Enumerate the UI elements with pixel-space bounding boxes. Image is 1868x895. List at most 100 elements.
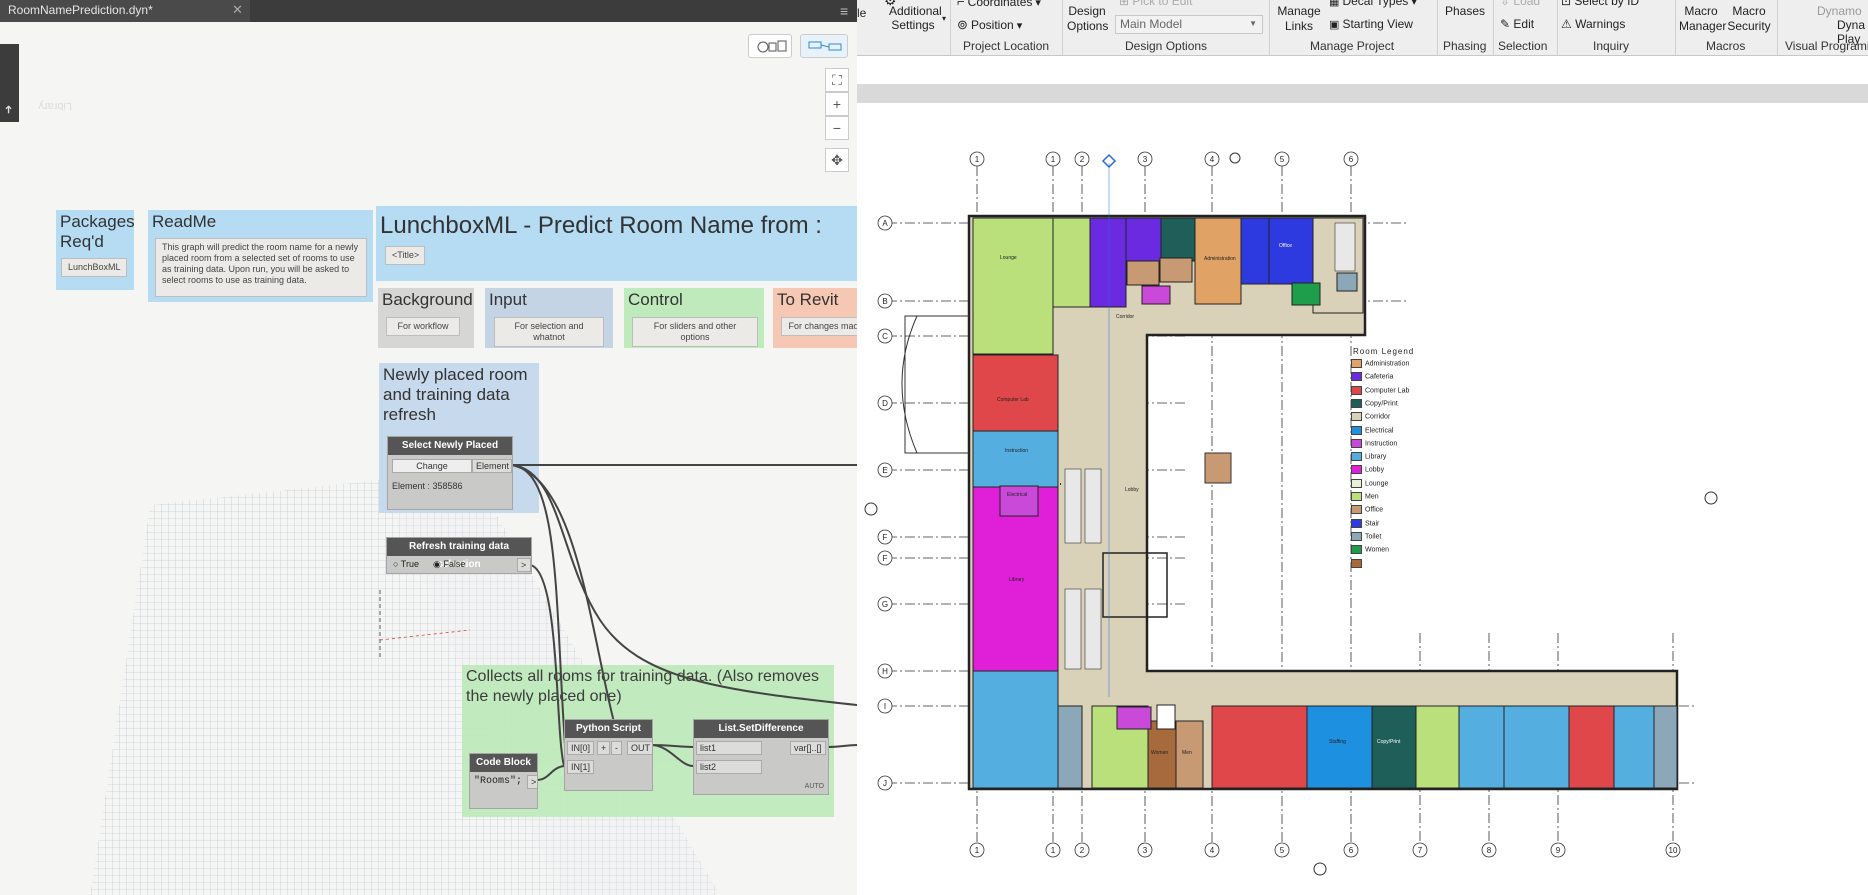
pick-icon: ⊞ [1119, 0, 1130, 8]
room-label-staffing: Staffing [1329, 739, 1346, 745]
grid-bubble-label-left: F [883, 533, 888, 542]
additional-settings-button[interactable]: ⚙ Additional Settings [879, 0, 942, 36]
refresh-output-port[interactable]: > [517, 558, 531, 572]
panel-macros: Macros [1706, 39, 1746, 53]
list-setdifference-node[interactable]: List.SetDifference list1 list2 var[]..[]… [693, 719, 829, 795]
coordinates-button[interactable]: ⌐ Coordinates ▾ [957, 0, 1041, 9]
macro-security-button[interactable]: Macro Security [1725, 4, 1773, 34]
legend-label: Corridor [1365, 413, 1391, 421]
legend-label: Stair [1365, 519, 1380, 527]
code-block-node[interactable]: Code Block "Rooms"; > [469, 753, 538, 809]
false-radio[interactable]: ◉ False [433, 559, 465, 570]
node-title: Select Newly Placed Room [388, 437, 512, 469]
grid-bubble-label-bottom: 1 [1051, 846, 1056, 855]
warning-icon: ⚠ [1561, 17, 1572, 31]
grid-bubble-label-left: J [883, 779, 887, 788]
edit-icon: ✎ [1500, 17, 1511, 31]
code-text[interactable]: "Rooms"; [474, 776, 522, 787]
list1-port[interactable]: list1 [696, 741, 762, 755]
dynamo-button[interactable]: Dynamo [1817, 4, 1862, 18]
phases-button[interactable]: Phases [1445, 4, 1485, 18]
remove-input-button[interactable]: - [611, 741, 622, 755]
list2-port[interactable]: list2 [696, 760, 762, 774]
room-label-computer-lab: Computer Lab [997, 397, 1029, 403]
ribbon: le ⚙ Additional Settings ▾ ⌐ Coordinates… [857, 0, 1868, 56]
floor-plan-canvas[interactable]: 1 1 2 3 4 5 6 1 1 2 3 4 5 6 7 8 9 10 A B C D E F F G H I J Lounge Co… [857, 103, 1868, 895]
warnings-button[interactable]: ⚠ Warnings [1561, 17, 1625, 31]
load-icon: ⇩ [1500, 0, 1511, 8]
macro-manager-button[interactable]: Macro Manager [1679, 4, 1726, 34]
legend-swatch [1351, 505, 1362, 515]
legend-item: Computer Lab [1351, 385, 1410, 395]
setdiff-output-port[interactable]: var[]..[] [790, 741, 826, 755]
grid-bubble-label-top: 3 [1143, 155, 1148, 164]
legend-swatch [1351, 465, 1362, 475]
ribbon-separator [1437, 0, 1438, 56]
legend-label: Computer Lab [1365, 386, 1410, 394]
node-title: List.SetDifference [694, 720, 828, 738]
settings-icon: ⚙ [884, 0, 897, 8]
refresh-training-data-node[interactable]: Refresh training data selection ○ True ◉… [386, 537, 532, 574]
decal-types-button[interactable]: ▦ Decal Types ▾ [1329, 0, 1417, 8]
select-icon: ⊡ [1561, 0, 1572, 8]
starting-view-icon: ▣ [1329, 19, 1340, 31]
grid-bubble-label-top: 5 [1280, 155, 1285, 164]
position-button[interactable]: ⊚ Position ▾ [957, 17, 1022, 33]
dropdown-arrow-icon[interactable]: ▾ [942, 14, 946, 23]
legend-item: Corridor [1351, 412, 1391, 422]
legend-label: Instruction [1365, 440, 1398, 448]
grid-bubble-label-left: E [882, 466, 887, 475]
change-button[interactable]: Change [392, 459, 472, 473]
code-output-port[interactable]: > [527, 775, 537, 789]
ribbon-separator [1493, 0, 1494, 56]
room-label-administration: Administration [1204, 256, 1236, 262]
room-label-electrical: Electrical [1007, 492, 1028, 498]
pick-to-edit-button: ⊞ Pick to Edit [1119, 0, 1192, 8]
manage-links-button[interactable]: Manage Links [1273, 4, 1325, 34]
node-value: Element : 358586 [392, 481, 463, 491]
grid-bubble-label-left: G [882, 600, 888, 609]
app-root: RoomNamePrediction.dyn* ✕ ≡ Library ➜ ⛶ … [0, 0, 1868, 895]
ribbon-separator [1557, 0, 1558, 56]
panel-design-options: Design Options [1125, 39, 1208, 53]
room-label-copy-print: Copy/Print [1377, 739, 1401, 745]
legend-item: Library [1351, 452, 1387, 462]
select-by-id-button[interactable]: ⊡ Select by ID [1561, 0, 1639, 8]
ribbon-separator [1675, 0, 1676, 56]
panel-project-location: Project Location [963, 39, 1050, 53]
starting-view-button[interactable]: ▣ Starting View [1329, 17, 1413, 31]
main-model-dropdown[interactable]: Main Model ▼ [1115, 15, 1263, 34]
legend-swatch [1351, 412, 1362, 422]
room-label-office: Office [1279, 243, 1292, 249]
in0-port[interactable]: IN[0] [567, 741, 595, 755]
legend-label: Library [1365, 453, 1387, 461]
ribbon-separator [1062, 0, 1063, 56]
edit-button[interactable]: ✎ Edit [1500, 17, 1534, 31]
python-script-node[interactable]: Python Script IN[0] + - OUT IN[1] [564, 719, 653, 791]
grid-bubble-label-bottom: 3 [1143, 846, 1148, 855]
room-label-library: Library [1009, 577, 1025, 583]
add-input-button[interactable]: + [597, 741, 611, 755]
legend-item: Toilet [1351, 531, 1382, 541]
true-radio[interactable]: ○ True [393, 559, 419, 569]
room-label-lobby: Lobby [1125, 487, 1139, 493]
element-output-port[interactable]: Element [472, 459, 512, 473]
select-newly-placed-room-node[interactable]: Select Newly Placed Room Change Element … [387, 436, 513, 510]
room-label-corridor: Corridor [1116, 314, 1135, 320]
room-label-men: Men [1182, 750, 1192, 756]
design-options-button[interactable]: Design Options [1067, 4, 1108, 34]
legend-swatch [1351, 398, 1362, 408]
view-tab-strip [857, 84, 1868, 103]
out-port[interactable]: OUT [627, 741, 652, 755]
position-icon: ⊚ [957, 17, 968, 32]
legend-label: Lounge [1365, 480, 1389, 488]
grid-bubble-label-top: 2 [1080, 155, 1085, 164]
decal-icon: ▦ [1329, 0, 1340, 8]
in1-port[interactable]: IN[1] [567, 760, 595, 774]
legend-swatch [1351, 425, 1362, 435]
legend-label: Toilet [1365, 533, 1382, 541]
ribbon-separator [1777, 0, 1778, 56]
coordinates-icon: ⌐ [957, 0, 965, 9]
lacing-label: AUTO [804, 783, 824, 790]
legend-item: Lobby [1351, 465, 1384, 475]
